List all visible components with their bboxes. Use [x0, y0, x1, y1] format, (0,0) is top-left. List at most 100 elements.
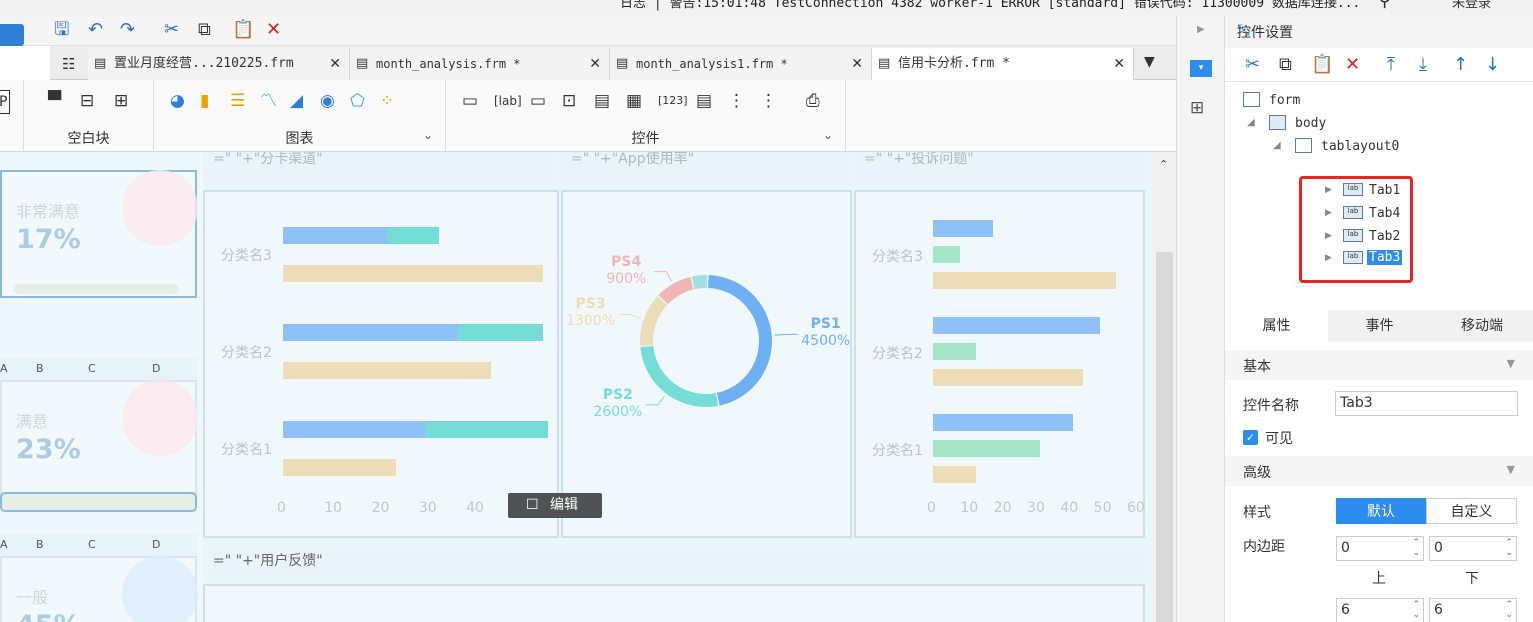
date-widget-icon[interactable]: ▦	[626, 90, 642, 112]
close-icon[interactable]: ✕	[851, 48, 863, 80]
radar-chart-icon[interactable]: ⬠	[350, 90, 365, 112]
widget-name-label: 控件名称	[1243, 398, 1299, 414]
padding-top-input[interactable]: 0 ⌃ ⌄	[1336, 536, 1424, 561]
stepper-icon[interactable]: ⌃ ⌄	[1505, 600, 1513, 620]
copy-icon[interactable]: ⧉	[1279, 54, 1292, 76]
tab-file-4[interactable]: ▤ 信用卡分析.frm * ✕	[872, 48, 1134, 80]
tab-file-3[interactable]: ▤ month_analysis1.frm * ✕	[610, 48, 872, 80]
label-widget-icon[interactable]: [lab]	[494, 90, 522, 112]
canvas-scrollbar[interactable]: ⌃	[1153, 152, 1176, 622]
visible-checkbox[interactable]: ✓	[1243, 430, 1258, 445]
chevron-down-icon[interactable]: ⌄	[823, 128, 833, 142]
padding-bottom-input[interactable]: 0 ⌃ ⌄	[1429, 536, 1517, 561]
paste-icon[interactable]: 📋	[232, 19, 254, 41]
status-message: 日志 | 警告:15:01:48 TestConnection 4382 wor…	[620, 0, 1361, 11]
tab-file-1[interactable]: ▤ 置业月度经营...210225.frm ✕	[88, 48, 350, 80]
move-top-icon[interactable]: ⤒	[1387, 54, 1395, 76]
block-icon[interactable]: ▀	[48, 90, 61, 112]
widget-settings-icon[interactable]: ▾	[1190, 60, 1212, 77]
scroll-up-icon[interactable]: ⌃	[1159, 158, 1168, 171]
move-bottom-icon[interactable]: ⤓	[1419, 54, 1427, 76]
close-icon[interactable]: ✕	[329, 48, 341, 80]
tab-properties[interactable]: 属性	[1225, 310, 1328, 342]
line-chart-icon[interactable]: 〽	[260, 90, 277, 112]
chart-panel-complaints[interactable]: 分类名3 分类名2 分类名1 0 10 20 30 40 50 60	[854, 190, 1145, 538]
param-icon[interactable]: P	[0, 90, 11, 114]
gauge-icon[interactable]: ◉	[320, 90, 335, 112]
button-widget-icon[interactable]: ▭	[530, 90, 546, 112]
stepper-icon[interactable]: ⌃ ⌄	[1412, 538, 1420, 558]
bottom-label: 下	[1465, 571, 1479, 587]
move-down-icon[interactable]: ↓	[1485, 54, 1500, 76]
dropdown-widget-icon[interactable]: ⊡	[562, 90, 576, 112]
kpi-card[interactable]: 满意 23%	[0, 380, 198, 512]
edit-button[interactable]: ☐ 编辑	[508, 493, 602, 518]
tab-mobile[interactable]: 移动端	[1431, 310, 1533, 342]
ribbon-group-chart: ◕ ▮ ☰ 〽 ◢ ◉ ⬠ ⁘ 图表 ⌄	[154, 80, 446, 152]
stepper-icon[interactable]: ⌃ ⌄	[1505, 538, 1513, 558]
play-icon[interactable]: ▶	[1197, 24, 1205, 35]
grid-icon[interactable]: ☷	[62, 55, 75, 73]
kpi-progress	[14, 284, 179, 294]
bar	[933, 220, 993, 237]
chevron-down-icon[interactable]: ⌄	[423, 128, 433, 142]
redo-icon[interactable]: ↷	[120, 19, 135, 41]
textbox-widget-icon[interactable]: ▭	[462, 90, 478, 112]
tab-menu-icon[interactable]: ▼	[1144, 54, 1155, 70]
tab-file-2[interactable]: ▤ month_analysis.frm * ✕	[350, 48, 610, 80]
scrollbar-thumb[interactable]	[1156, 252, 1173, 622]
hbar-chart-icon[interactable]: ☰	[230, 90, 245, 112]
expand-arrow-icon[interactable]: ◢	[1273, 140, 1281, 151]
copy-icon[interactable]: ⧉	[198, 19, 211, 41]
move-up-icon[interactable]: ↑	[1453, 54, 1468, 76]
style-default-button[interactable]: 默认	[1336, 498, 1426, 524]
section-basic[interactable]: 基本 ▼	[1225, 350, 1533, 380]
checkbox-group-icon[interactable]: ⋮	[760, 90, 777, 112]
x-tick-label: 20	[371, 500, 390, 516]
kpi-card[interactable]: 一般 45%	[0, 556, 198, 622]
kpi-card[interactable]: 非常满意 17%	[0, 170, 198, 298]
cut-icon[interactable]: ✂	[1245, 54, 1260, 76]
layout-icon[interactable]: ⊞	[114, 90, 128, 112]
section-advanced[interactable]: 高级 ▼	[1225, 456, 1533, 486]
style-custom-button[interactable]: 自定义	[1426, 498, 1517, 524]
list-widget-icon[interactable]: ▤	[594, 90, 610, 112]
style-label: 样式	[1243, 505, 1271, 521]
tablayout-node-icon	[1295, 138, 1312, 153]
login-status[interactable]: 未登录	[1452, 0, 1491, 11]
x-tick-label: 50	[1093, 500, 1112, 516]
pie-chart-icon[interactable]: ◕	[170, 90, 185, 112]
close-icon[interactable]: ✕	[589, 48, 601, 80]
tab-events[interactable]: 事件	[1328, 310, 1431, 342]
chart-panel-app[interactable]: PS1 4500% PS2 2600% PS3 1300% PS4 900%	[561, 190, 852, 538]
component-icon[interactable]: ⊞	[1190, 98, 1204, 118]
paste-icon[interactable]: 📋	[1311, 54, 1333, 76]
collapse-icon[interactable]: ⤡	[1237, 20, 1525, 40]
preview-icon[interactable]: ⎙	[806, 90, 820, 112]
x-tick-label: 0	[927, 500, 936, 516]
textarea-widget-icon[interactable]: ▤	[696, 90, 712, 112]
bar-chart-icon[interactable]: ▮	[200, 90, 209, 112]
stepper-icon[interactable]: ⌃ ⌄	[1412, 600, 1420, 620]
widget-name-input[interactable]: Tab3	[1335, 391, 1518, 416]
radio-group-icon[interactable]: ⋮	[728, 90, 745, 112]
widget-settings-panel: 控件设置 ⤡ ✂ ⧉ 📋 ✕ ⤒ ⤓ ↑ ↓ form ◢ body ◢ tab…	[1225, 16, 1533, 622]
delete-icon[interactable]: ✕	[1345, 54, 1360, 76]
save-icon[interactable]: 🖫	[54, 19, 69, 41]
undo-icon[interactable]: ↶	[88, 19, 103, 41]
category-label: 分类名1	[872, 443, 923, 459]
search-icon[interactable]: ⚲	[1378, 0, 1391, 11]
number-widget-icon[interactable]: [123]	[658, 90, 688, 112]
cut-icon[interactable]: ✂	[164, 19, 179, 41]
scatter-chart-icon[interactable]: ⁘	[380, 90, 394, 112]
close-icon[interactable]: ✕	[1113, 48, 1125, 80]
chart-panel-channel[interactable]: 分类名3分类名2分类名101020304050	[203, 190, 559, 538]
kpi-progress	[0, 492, 197, 512]
padding-left-input[interactable]: 6 ⌃ ⌄	[1336, 598, 1424, 622]
chart-panel-feedback[interactable]	[203, 584, 1145, 622]
area-chart-icon[interactable]: ◢	[290, 90, 303, 112]
delete-icon[interactable]: ✕	[266, 19, 281, 41]
split-icon[interactable]: ⊟	[80, 90, 94, 112]
padding-right-input[interactable]: 6 ⌃ ⌄	[1429, 598, 1517, 622]
expand-arrow-icon[interactable]: ◢	[1247, 117, 1255, 128]
